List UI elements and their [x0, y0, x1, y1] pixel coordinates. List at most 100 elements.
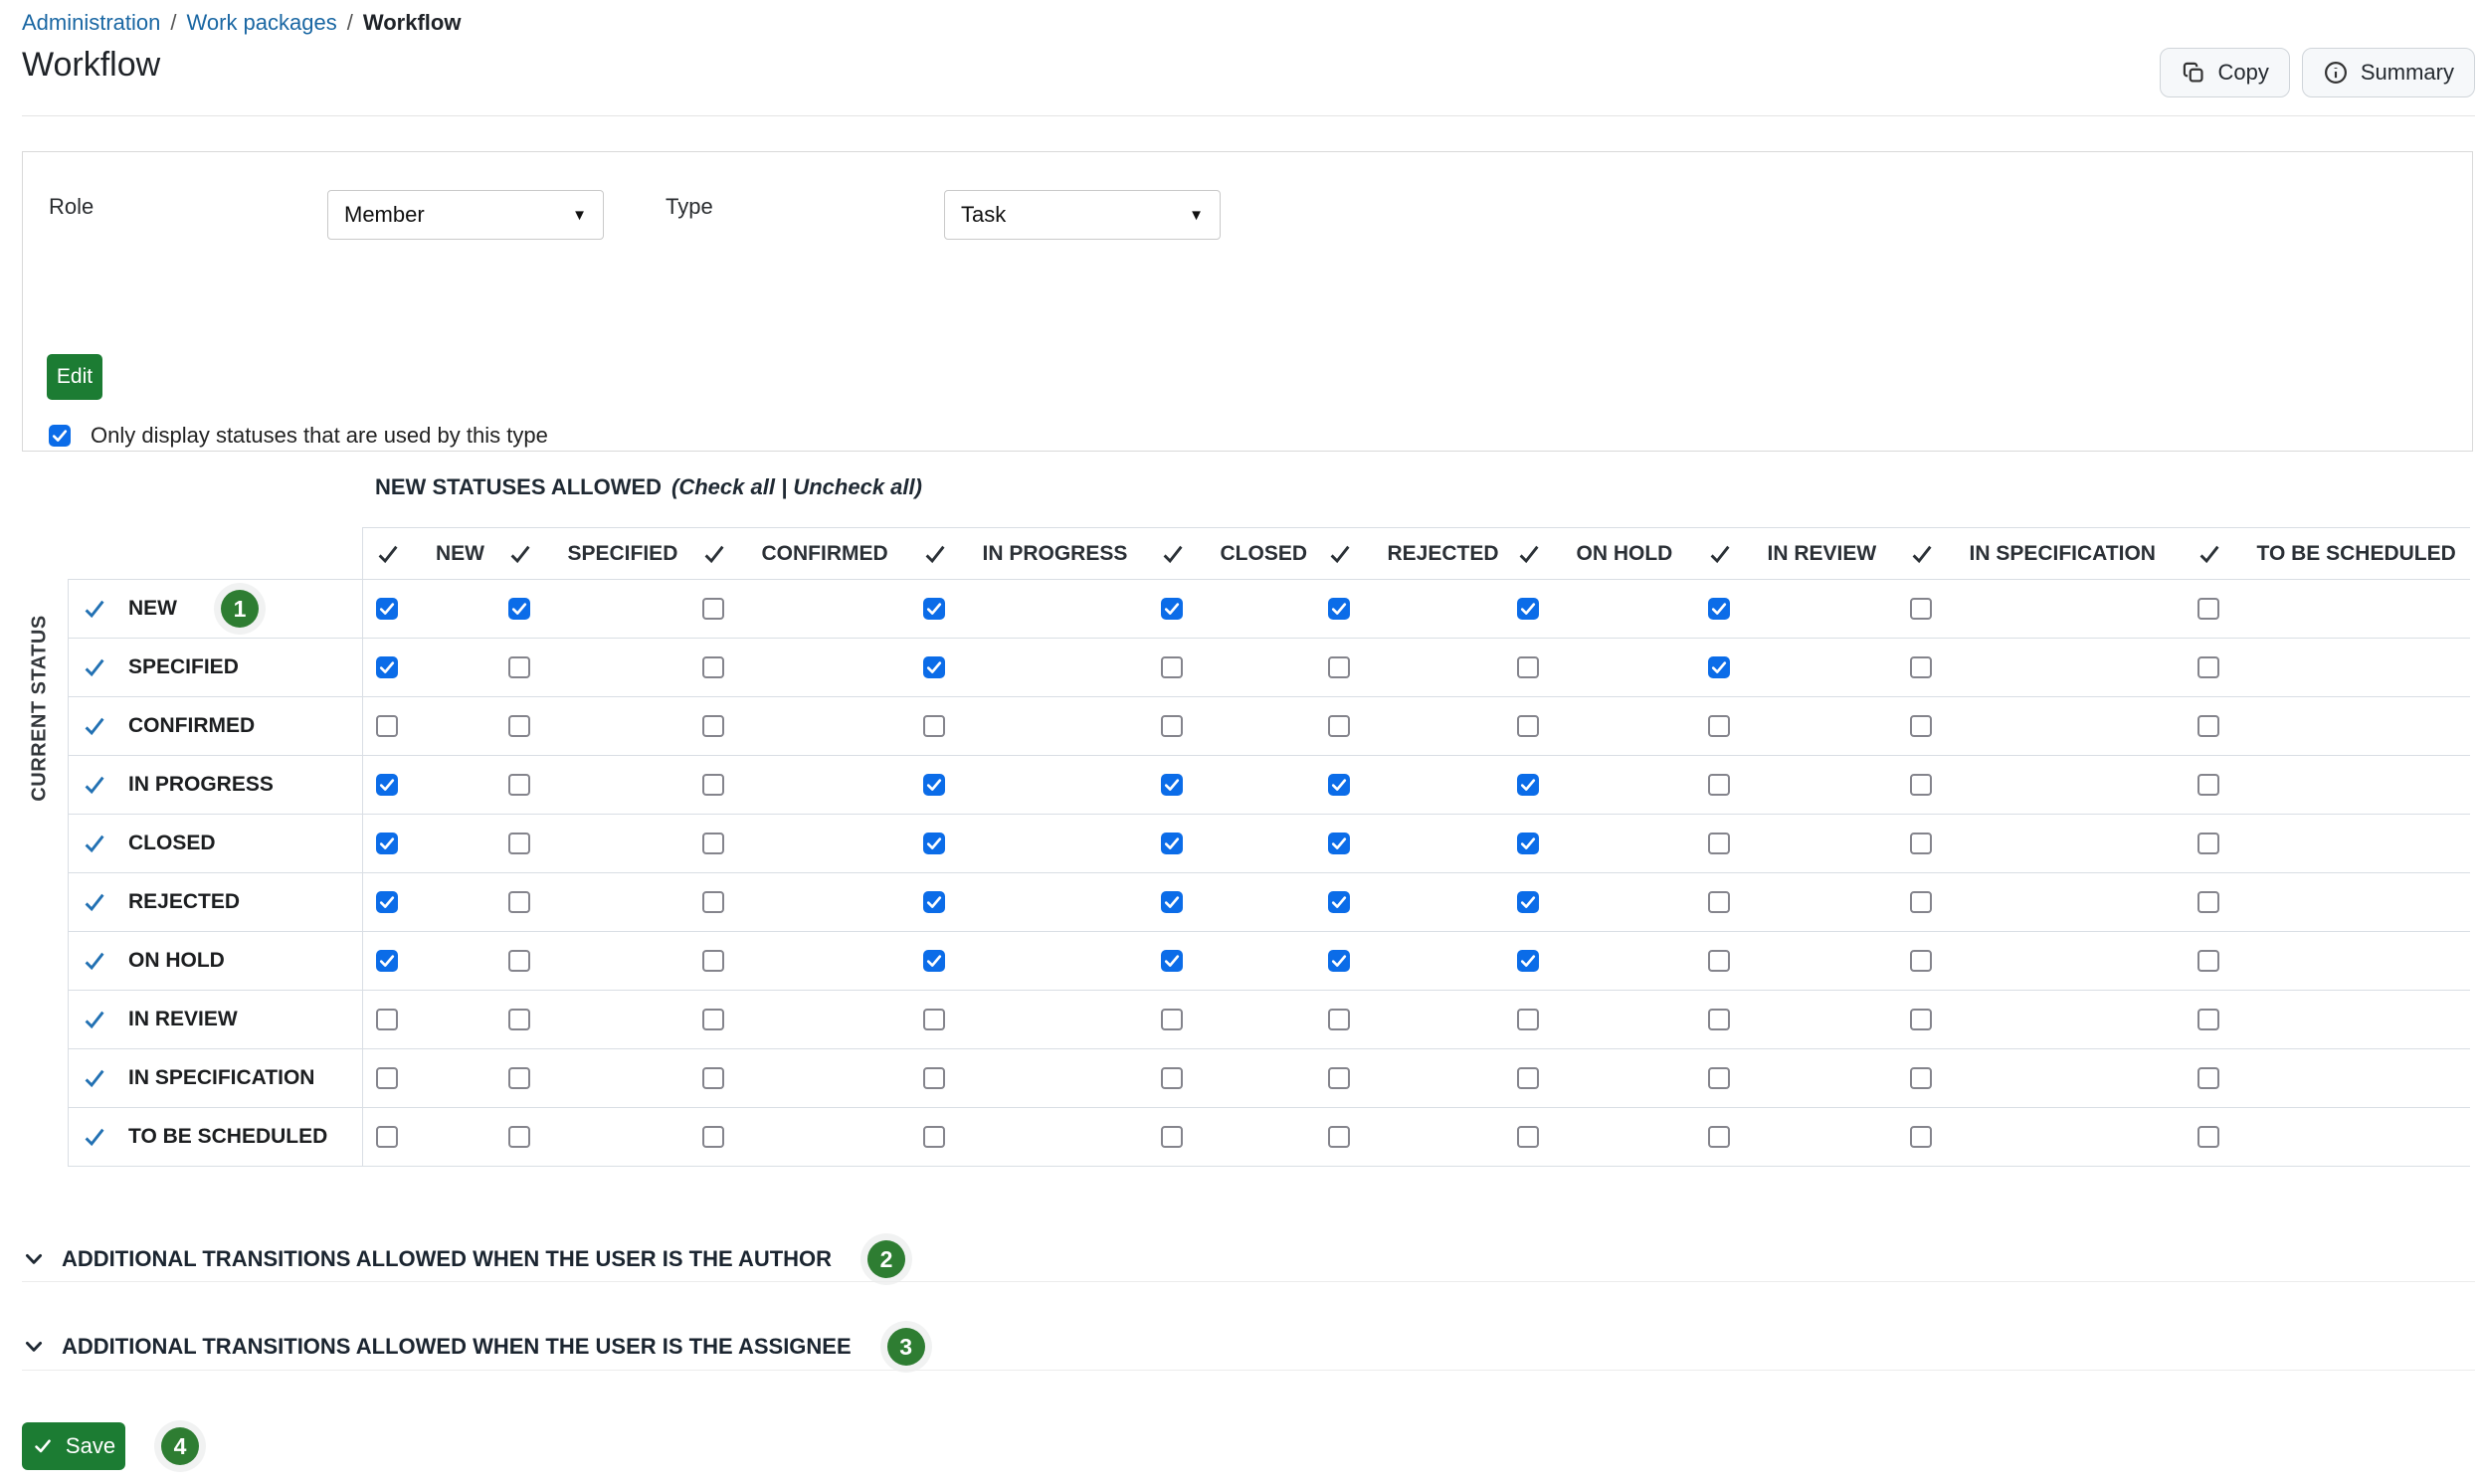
matrix-checkbox-checked[interactable] [376, 656, 398, 678]
matrix-checkbox-unchecked[interactable] [508, 1126, 530, 1148]
matrix-checkbox-checked[interactable] [923, 950, 945, 972]
type-select[interactable]: Task ▼ [944, 190, 1221, 240]
matrix-checkbox-unchecked[interactable] [508, 950, 530, 972]
copy-button[interactable]: Copy [2160, 48, 2290, 97]
matrix-checkbox-unchecked[interactable] [1708, 1067, 1730, 1089]
breadcrumb-link-administration[interactable]: Administration [22, 10, 160, 36]
matrix-checkbox-unchecked[interactable] [1708, 1009, 1730, 1030]
matrix-checkbox-unchecked[interactable] [1708, 833, 1730, 854]
matrix-checkbox-unchecked[interactable] [702, 891, 724, 913]
matrix-checkbox-unchecked[interactable] [702, 598, 724, 620]
matrix-checkbox-unchecked[interactable] [2197, 891, 2219, 913]
matrix-checkbox-checked[interactable] [1708, 598, 1730, 620]
matrix-checkbox-checked[interactable] [376, 891, 398, 913]
matrix-checkbox-unchecked[interactable] [2197, 950, 2219, 972]
matrix-checkbox-unchecked[interactable] [923, 715, 945, 737]
matrix-checkbox-unchecked[interactable] [1910, 950, 1932, 972]
matrix-checkbox-unchecked[interactable] [923, 1126, 945, 1148]
matrix-checkbox-checked[interactable] [1161, 833, 1183, 854]
matrix-checkbox-unchecked[interactable] [1517, 656, 1539, 678]
matrix-checkbox-unchecked[interactable] [1708, 774, 1730, 796]
matrix-checkbox-unchecked[interactable] [1910, 656, 1932, 678]
matrix-checkbox-checked[interactable] [923, 891, 945, 913]
matrix-checkbox-checked[interactable] [508, 598, 530, 620]
role-select[interactable]: Member ▼ [327, 190, 604, 240]
section-assignee-toggle[interactable]: ADDITIONAL TRANSITIONS ALLOWED WHEN THE … [22, 1325, 925, 1369]
matrix-checkbox-unchecked[interactable] [2197, 1067, 2219, 1089]
matrix-checkbox-unchecked[interactable] [1910, 598, 1932, 620]
matrix-checkbox-unchecked[interactable] [702, 1126, 724, 1148]
matrix-checkbox-unchecked[interactable] [376, 1009, 398, 1030]
matrix-checkbox-checked[interactable] [1161, 774, 1183, 796]
matrix-checkbox-unchecked[interactable] [508, 656, 530, 678]
matrix-checkbox-unchecked[interactable] [2197, 774, 2219, 796]
breadcrumb-link-work-packages[interactable]: Work packages [187, 10, 337, 36]
matrix-checkbox-checked[interactable] [1328, 950, 1350, 972]
matrix-checkbox-unchecked[interactable] [923, 1067, 945, 1089]
matrix-checkbox-unchecked[interactable] [1708, 950, 1730, 972]
matrix-checkbox-checked[interactable] [376, 598, 398, 620]
matrix-checkbox-checked[interactable] [1517, 774, 1539, 796]
edit-button[interactable]: Edit [47, 354, 102, 400]
matrix-checkbox-unchecked[interactable] [508, 1009, 530, 1030]
matrix-checkbox-unchecked[interactable] [1517, 1067, 1539, 1089]
matrix-checkbox-checked[interactable] [1328, 598, 1350, 620]
save-button[interactable]: Save [22, 1422, 125, 1470]
matrix-checkbox-checked[interactable] [923, 833, 945, 854]
matrix-checkbox-checked[interactable] [1161, 950, 1183, 972]
matrix-checkbox-unchecked[interactable] [2197, 1126, 2219, 1148]
matrix-checkbox-unchecked[interactable] [1161, 715, 1183, 737]
matrix-checkbox-unchecked[interactable] [1328, 656, 1350, 678]
matrix-checkbox-checked[interactable] [1161, 598, 1183, 620]
matrix-checkbox-unchecked[interactable] [2197, 715, 2219, 737]
uncheck-all-link[interactable]: Uncheck all [793, 474, 914, 499]
matrix-checkbox-checked[interactable] [1517, 598, 1539, 620]
matrix-checkbox-unchecked[interactable] [1328, 1009, 1350, 1030]
matrix-checkbox-unchecked[interactable] [1161, 1067, 1183, 1089]
matrix-checkbox-unchecked[interactable] [1910, 833, 1932, 854]
matrix-checkbox-unchecked[interactable] [508, 715, 530, 737]
matrix-checkbox-unchecked[interactable] [1517, 1126, 1539, 1148]
matrix-checkbox-checked[interactable] [1517, 891, 1539, 913]
matrix-checkbox-unchecked[interactable] [1910, 774, 1932, 796]
matrix-checkbox-unchecked[interactable] [923, 1009, 945, 1030]
matrix-checkbox-unchecked[interactable] [2197, 598, 2219, 620]
section-author-toggle[interactable]: ADDITIONAL TRANSITIONS ALLOWED WHEN THE … [22, 1237, 905, 1281]
matrix-checkbox-checked[interactable] [923, 656, 945, 678]
matrix-checkbox-unchecked[interactable] [508, 833, 530, 854]
matrix-checkbox-unchecked[interactable] [376, 1126, 398, 1148]
matrix-checkbox-unchecked[interactable] [1708, 715, 1730, 737]
matrix-checkbox-unchecked[interactable] [1161, 1009, 1183, 1030]
matrix-checkbox-checked[interactable] [1328, 891, 1350, 913]
matrix-checkbox-checked[interactable] [1328, 774, 1350, 796]
matrix-checkbox-checked[interactable] [1161, 891, 1183, 913]
matrix-checkbox-unchecked[interactable] [376, 715, 398, 737]
matrix-checkbox-unchecked[interactable] [2197, 656, 2219, 678]
matrix-checkbox-unchecked[interactable] [1910, 1009, 1932, 1030]
matrix-checkbox-unchecked[interactable] [1708, 891, 1730, 913]
matrix-checkbox-unchecked[interactable] [1328, 1126, 1350, 1148]
matrix-checkbox-unchecked[interactable] [702, 1067, 724, 1089]
matrix-checkbox-checked[interactable] [376, 774, 398, 796]
matrix-checkbox-unchecked[interactable] [1328, 715, 1350, 737]
matrix-checkbox-checked[interactable] [1517, 950, 1539, 972]
matrix-checkbox-unchecked[interactable] [1517, 715, 1539, 737]
matrix-checkbox-unchecked[interactable] [508, 774, 530, 796]
check-all-link[interactable]: Check all [678, 474, 775, 499]
matrix-checkbox-unchecked[interactable] [1708, 1126, 1730, 1148]
matrix-checkbox-unchecked[interactable] [376, 1067, 398, 1089]
matrix-checkbox-unchecked[interactable] [1910, 715, 1932, 737]
matrix-checkbox-checked[interactable] [1328, 833, 1350, 854]
matrix-checkbox-unchecked[interactable] [702, 950, 724, 972]
matrix-checkbox-unchecked[interactable] [1910, 1067, 1932, 1089]
matrix-checkbox-unchecked[interactable] [1910, 891, 1932, 913]
matrix-checkbox-unchecked[interactable] [2197, 833, 2219, 854]
matrix-checkbox-checked[interactable] [376, 950, 398, 972]
matrix-checkbox-unchecked[interactable] [702, 1009, 724, 1030]
matrix-checkbox-checked[interactable] [923, 598, 945, 620]
matrix-checkbox-unchecked[interactable] [702, 774, 724, 796]
matrix-checkbox-unchecked[interactable] [1517, 1009, 1539, 1030]
matrix-checkbox-checked[interactable] [923, 774, 945, 796]
matrix-checkbox-unchecked[interactable] [508, 1067, 530, 1089]
matrix-checkbox-checked[interactable] [1517, 833, 1539, 854]
